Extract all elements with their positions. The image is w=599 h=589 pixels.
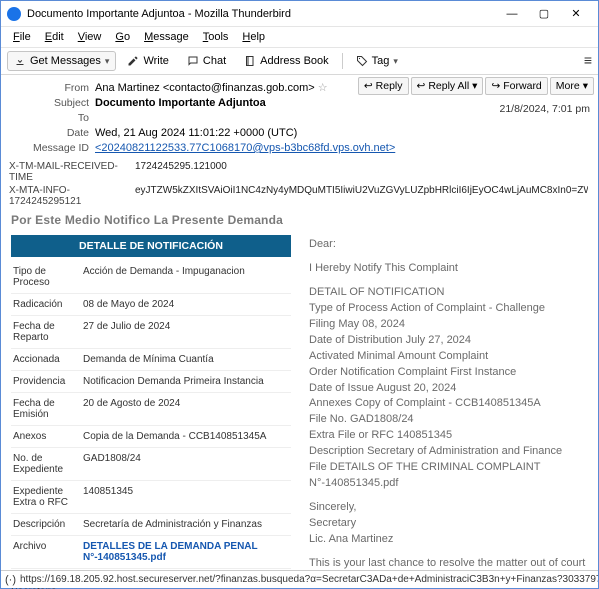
received-datetime: 21/8/2024, 7:01 pm bbox=[500, 103, 591, 115]
to-label: To bbox=[11, 112, 95, 124]
chevron-down-icon: ▾ bbox=[105, 56, 110, 67]
reply-all-button[interactable]: ↩ Reply All ▾ bbox=[411, 77, 484, 95]
menu-edit[interactable]: Edit bbox=[39, 29, 70, 45]
chevron-down-icon: ▾ bbox=[393, 56, 398, 67]
date-value: Wed, 21 Aug 2024 11:01:22 +0000 (UTC) bbox=[95, 127, 297, 139]
x-received-label: X-TM-MAIL-RECEIVED-TIME bbox=[9, 161, 135, 183]
maximize-button[interactable]: ▢ bbox=[528, 2, 560, 26]
table-row: No. de ExpedienteGAD1808/24 bbox=[11, 448, 291, 481]
table-row: Fecha de Reparto27 de Julio de 2024 bbox=[11, 316, 291, 349]
date-label: Date bbox=[11, 127, 95, 139]
message-id-value[interactable]: <20240821122533.77C1068170@vps-b3bc68fd.… bbox=[95, 142, 395, 154]
tag-icon bbox=[356, 55, 368, 67]
address-book-icon bbox=[244, 55, 256, 67]
chevron-down-icon: ▾ bbox=[583, 80, 588, 92]
close-button[interactable]: ✕ bbox=[560, 2, 592, 26]
more-button[interactable]: More ▾ bbox=[550, 77, 594, 95]
subject-value: Documento Importante Adjuntoa bbox=[95, 97, 266, 109]
get-messages-label: Get Messages bbox=[30, 55, 101, 67]
details-table: Tipo de ProcesoAcción de Demanda - Impug… bbox=[11, 261, 291, 569]
body-heading: Por Este Medio Notifico La Presente Dema… bbox=[1, 209, 598, 231]
menu-help[interactable]: Help bbox=[236, 29, 271, 45]
chat-button[interactable]: Chat bbox=[180, 51, 233, 71]
download-icon bbox=[14, 55, 26, 67]
write-button[interactable]: Write bbox=[120, 51, 175, 71]
menu-message[interactable]: Message bbox=[138, 29, 195, 45]
x-mta-label: X-MTA-INFO-1724245295121 bbox=[9, 185, 135, 207]
chevron-down-icon: ▾ bbox=[472, 80, 477, 92]
address-book-label: Address Book bbox=[260, 55, 328, 67]
tag-label: Tag bbox=[372, 55, 390, 67]
window-title: Documento Importante Adjuntoa - Mozilla … bbox=[27, 8, 496, 20]
status-url: https://169.18.205.92.host.secureserver.… bbox=[20, 574, 598, 585]
from-label: From bbox=[11, 82, 95, 94]
forward-label: Forward bbox=[503, 80, 542, 92]
app-menu-button[interactable]: ≡ bbox=[584, 52, 592, 68]
forward-icon: ↪ bbox=[491, 80, 500, 92]
table-row: Fecha de Emisión20 de Agosto de 2024 bbox=[11, 393, 291, 426]
table-row: Tipo de ProcesoAcción de Demanda - Impug… bbox=[11, 261, 291, 294]
from-value[interactable]: Ana Martinez <contacto@finanzas.gob.com> bbox=[95, 82, 315, 94]
x-received-value: 1724245295.121000 bbox=[135, 161, 588, 183]
tag-button[interactable]: Tag ▾ bbox=[349, 51, 405, 71]
chat-label: Chat bbox=[203, 55, 226, 67]
chat-icon bbox=[187, 55, 199, 67]
menu-file[interactable]: File bbox=[7, 29, 37, 45]
table-row: DescripciónSecretaría de Administración … bbox=[11, 514, 291, 536]
get-messages-button[interactable]: Get Messages ▾ bbox=[7, 51, 116, 71]
menu-view[interactable]: View bbox=[72, 29, 108, 45]
table-row: ArchivoDETALLES DE LA DEMANDA PENAL N°-1… bbox=[11, 536, 291, 569]
reply-button[interactable]: ↩ Reply bbox=[358, 77, 409, 95]
menu-bar: File Edit View Go Message Tools Help bbox=[1, 27, 598, 48]
minimize-button[interactable]: — bbox=[496, 2, 528, 26]
x-mta-value: eyJTZW5kZXItSVAiOiI1NC4zNy4yMDQuMTI5Iiwi… bbox=[135, 185, 588, 207]
table-row: Expediente Extra o RFC140851345 bbox=[11, 481, 291, 514]
attachment-link[interactable]: DETALLES DE LA DEMANDA PENAL N°-14085134… bbox=[81, 536, 291, 569]
translation-pane: Dear: I Hereby Notify This Complaint DET… bbox=[301, 231, 598, 589]
subject-label: Subject bbox=[11, 97, 95, 109]
reply-all-label: Reply All bbox=[428, 80, 469, 92]
notification-banner: DETALLE DE NOTIFICACIÓN bbox=[11, 235, 291, 257]
reply-all-icon: ↩ bbox=[417, 80, 426, 92]
table-row: AccionadaDemanda de Mínima Cuantía bbox=[11, 349, 291, 371]
table-row: ProvidenciaNotificacion Demanda Primeira… bbox=[11, 371, 291, 393]
toolbar-divider bbox=[342, 53, 343, 69]
message-id-label: Message ID bbox=[11, 142, 95, 154]
reply-label: Reply bbox=[376, 80, 403, 92]
menu-go[interactable]: Go bbox=[109, 29, 136, 45]
more-label: More bbox=[556, 80, 580, 92]
pencil-icon bbox=[127, 55, 139, 67]
reply-icon: ↩ bbox=[364, 80, 373, 92]
signal-icon: (·) bbox=[5, 574, 16, 586]
star-icon[interactable]: ☆ bbox=[318, 81, 328, 94]
table-row: AnexosCopia de la Demanda - CCB140851345… bbox=[11, 426, 291, 448]
table-row: Radicación08 de Mayo de 2024 bbox=[11, 294, 291, 316]
address-book-button[interactable]: Address Book bbox=[237, 51, 335, 71]
menu-tools[interactable]: Tools bbox=[197, 29, 235, 45]
forward-button[interactable]: ↪ Forward bbox=[485, 77, 547, 95]
app-icon bbox=[7, 7, 21, 21]
write-label: Write bbox=[143, 55, 168, 67]
